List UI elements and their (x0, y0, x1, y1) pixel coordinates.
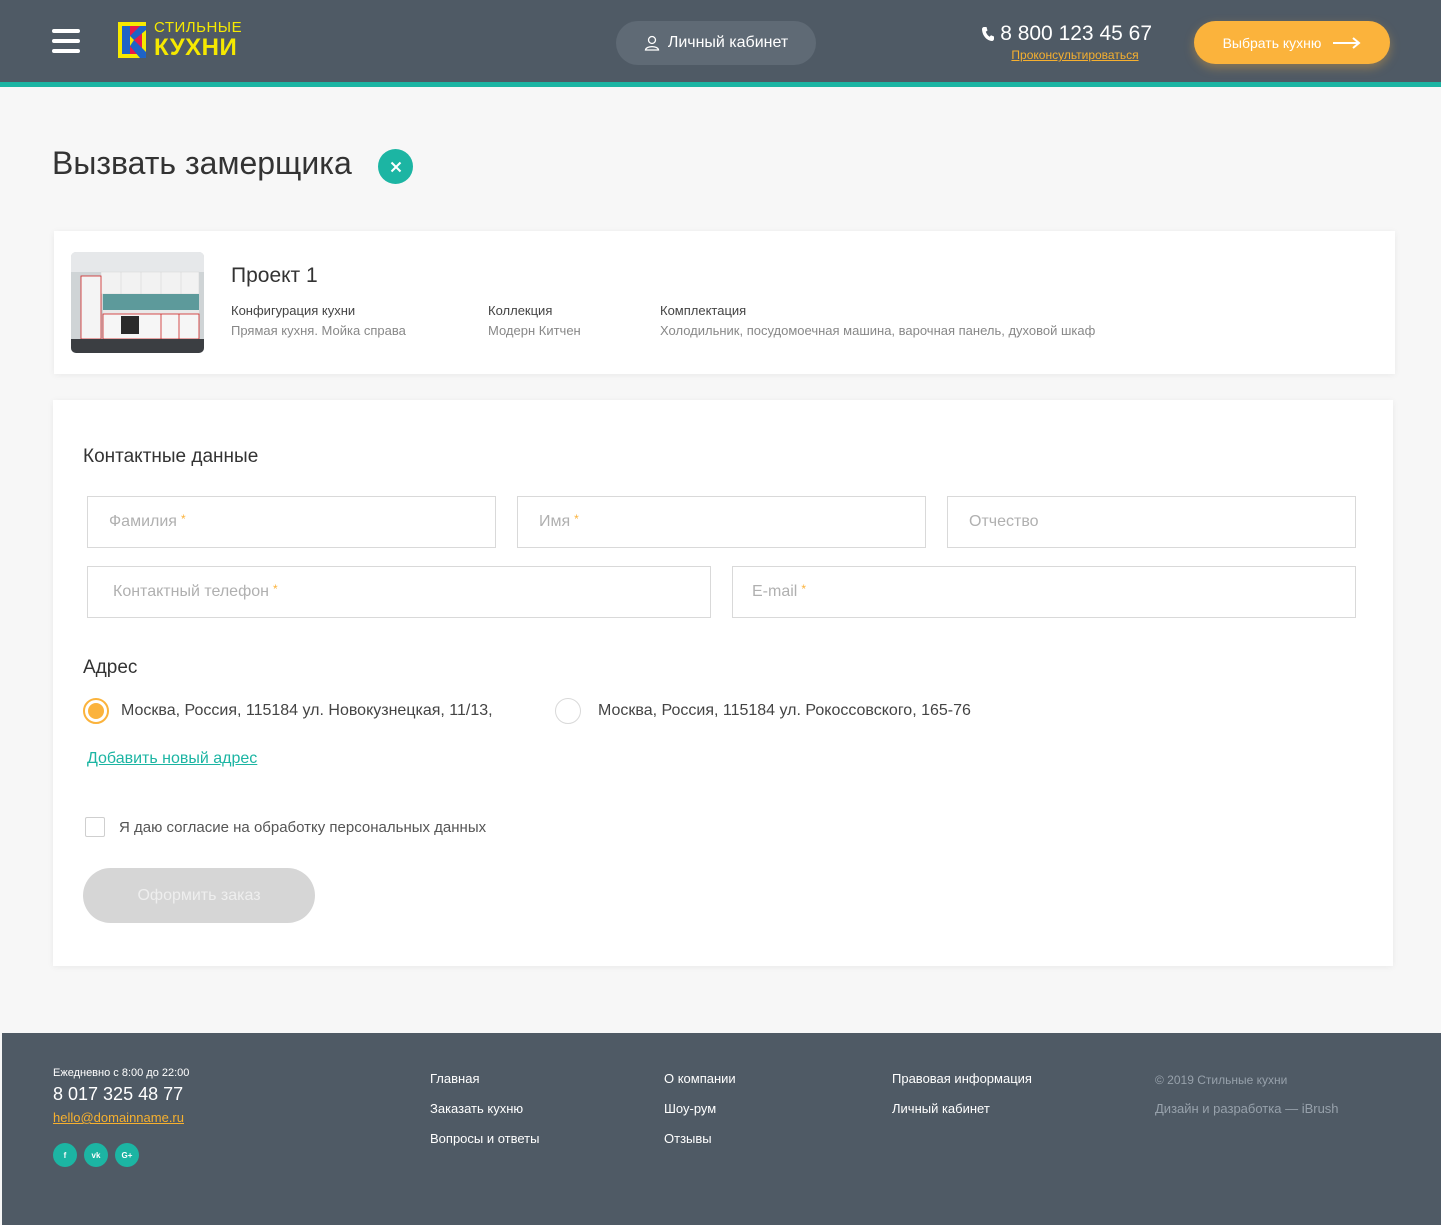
choose-kitchen-label: Выбрать кухню (1222, 34, 1322, 51)
middle-name-field[interactable]: Отчество (947, 496, 1356, 548)
add-address-link[interactable]: Добавить новый адрес (87, 750, 257, 768)
project-name: Проект 1 (231, 264, 318, 287)
header-phone-number[interactable]: 8 800 123 45 67 (1000, 22, 1152, 46)
radio-checked[interactable] (83, 698, 109, 724)
phone-field[interactable]: Контактный телефон * (87, 566, 711, 618)
vk-icon[interactable]: vk (84, 1143, 108, 1167)
footer-copyright: © 2019 Стильные кухни (1155, 1073, 1288, 1087)
header: СТИЛЬНЫЕ КУХНИ Личный кабинет 8 800 123 … (0, 0, 1441, 82)
kitchen-thumbnail-image (71, 252, 204, 353)
close-button[interactable] (378, 149, 413, 184)
personal-account-button[interactable]: Личный кабинет (616, 21, 816, 65)
address-option-label: Москва, Россия, 115184 ул. Рокоссовского… (598, 702, 971, 719)
logo-line1: СТИЛЬНЫЕ (154, 19, 243, 36)
menu-icon[interactable] (52, 29, 80, 53)
submit-order-button[interactable]: Оформить заказ (83, 868, 315, 923)
spec-value: Холодильник, посудомоечная машина, вароч… (660, 323, 1096, 338)
choose-kitchen-button[interactable]: Выбрать кухню (1194, 21, 1390, 64)
header-accent-stripe (0, 82, 1441, 87)
consult-link[interactable]: Проконсультироваться (980, 48, 1152, 62)
logo[interactable]: СТИЛЬНЫЕ КУХНИ (118, 20, 242, 60)
address-option-1[interactable]: Москва, Россия, 115184 ул. Новокузнецкая… (83, 698, 493, 724)
footer-link-reviews[interactable]: Отзывы (664, 1131, 712, 1146)
address-option-label: Москва, Россия, 115184 ул. Новокузнецкая… (121, 702, 493, 719)
consent-checkbox-row[interactable]: Я даю согласие на обработку персональных… (85, 817, 486, 837)
spec-value: Модерн Китчен (488, 323, 581, 338)
consent-checkbox[interactable] (85, 817, 105, 837)
facebook-icon[interactable]: f (53, 1143, 77, 1167)
logo-mark-icon (118, 22, 146, 58)
page-title: Вызвать замерщика (52, 145, 352, 181)
personal-account-label: Личный кабинет (667, 34, 789, 51)
logo-line2: КУХНИ (154, 34, 238, 61)
social-links: f vk G+ (53, 1143, 146, 1167)
header-phone-block: 8 800 123 45 67 Проконсультироваться (980, 22, 1152, 62)
footer-link-order-kitchen[interactable]: Заказать кухню (430, 1101, 523, 1116)
project-card: Проект 1 Конфигурация кухни Прямая кухня… (54, 231, 1395, 374)
address-section-title: Адрес (83, 657, 138, 678)
phone-icon (982, 27, 995, 41)
user-icon (644, 35, 660, 51)
footer-hours: Ежедневно с 8:00 до 22:00 (53, 1067, 190, 1079)
spec-label: Конфигурация кухни (231, 303, 356, 318)
footer-email-link[interactable]: hello@domainname.ru (53, 1110, 184, 1125)
address-option-2[interactable]: Москва, Россия, 115184 ул. Рокоссовского… (555, 698, 971, 724)
footer-link-about[interactable]: О компании (664, 1071, 736, 1086)
order-form: Контактные данные Фамилия * Имя * Отчество… (53, 400, 1393, 966)
close-icon (390, 161, 401, 172)
google-plus-icon[interactable]: G+ (115, 1143, 139, 1167)
spec-label: Коллекция (488, 303, 553, 318)
first-name-field[interactable]: Имя * (517, 496, 926, 548)
contact-section-title: Контактные данные (83, 446, 259, 467)
consent-label: Я даю согласие на обработку персональных… (119, 818, 487, 836)
footer-link-account[interactable]: Личный кабинет (892, 1101, 990, 1116)
email-field[interactable]: E-mail * (732, 566, 1356, 618)
spec-collection: Коллекция Модерн Китчен (488, 303, 581, 338)
spec-equipment: Комплектация Холодильник, посудомоечная … (660, 303, 1095, 338)
footer-link-showroom[interactable]: Шоу-рум (664, 1101, 716, 1116)
spec-value: Прямая кухня. Мойка справа (231, 323, 406, 338)
footer-link-legal[interactable]: Правовая информация (892, 1071, 1032, 1086)
arrow-right-icon (1333, 36, 1361, 49)
spec-configuration: Конфигурация кухни Прямая кухня. Мойка с… (231, 303, 406, 338)
last-name-field[interactable]: Фамилия * (87, 496, 496, 548)
footer-link-faq[interactable]: Вопросы и ответы (430, 1131, 539, 1146)
footer-phone[interactable]: 8 017 325 48 77 (53, 1084, 183, 1105)
footer: Ежедневно с 8:00 до 22:00 8 017 325 48 7… (2, 1033, 1441, 1225)
footer-developer-credit[interactable]: Дизайн и разработка — iBrush (1155, 1101, 1339, 1116)
radio-unchecked[interactable] (555, 698, 581, 724)
spec-label: Комплектация (660, 303, 747, 318)
footer-link-home[interactable]: Главная (430, 1071, 479, 1086)
